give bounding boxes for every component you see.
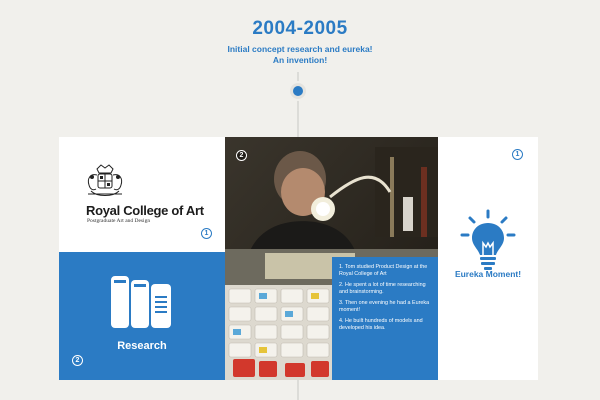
- story-notes: 1. Tom studied Product Design at the Roy…: [332, 257, 438, 380]
- note-item: 2. He spent a lot of time researching an…: [339, 282, 426, 295]
- books-icon: [111, 276, 171, 328]
- timeline-marker[interactable]: [290, 83, 306, 99]
- eureka-label: Eureka Moment!: [454, 269, 522, 279]
- step-number-badge: 2: [72, 355, 83, 366]
- step-number-badge: 1: [512, 149, 523, 160]
- research-label: Research: [117, 340, 167, 352]
- photo-panel[interactable]: 2 1. Tom studied Product Design at the R…: [225, 137, 438, 380]
- step-number-badge: 1: [201, 228, 212, 239]
- timeline-subtitle-1: Initial concept research and eureka!: [227, 44, 373, 54]
- lightbulb-icon: [460, 209, 516, 270]
- timeline-year: 2004-2005: [252, 18, 348, 39]
- rca-subtitle: Postgraduate Art and Design: [87, 218, 151, 224]
- step-number-badge: 2: [236, 150, 247, 161]
- eureka-panel[interactable]: 1 Eureka Moment!: [438, 137, 538, 380]
- research-panel[interactable]: Research 2: [59, 252, 225, 380]
- rca-title: Royal College of Art: [86, 203, 204, 218]
- crest-icon: [87, 164, 123, 196]
- rca-panel[interactable]: Royal College of Art Postgraduate Art an…: [59, 137, 225, 252]
- note-item: 4. He built hundreds of models and devel…: [339, 318, 423, 331]
- note-item: 1. Tom studied Product Design at the Roy…: [339, 264, 428, 277]
- timeline-subtitle-2: An invention!: [272, 55, 328, 65]
- note-item: 3. Then one evening he had a Eureka mome…: [339, 300, 430, 313]
- timeline-header: 2004-2005 Initial concept research and e…: [0, 18, 600, 66]
